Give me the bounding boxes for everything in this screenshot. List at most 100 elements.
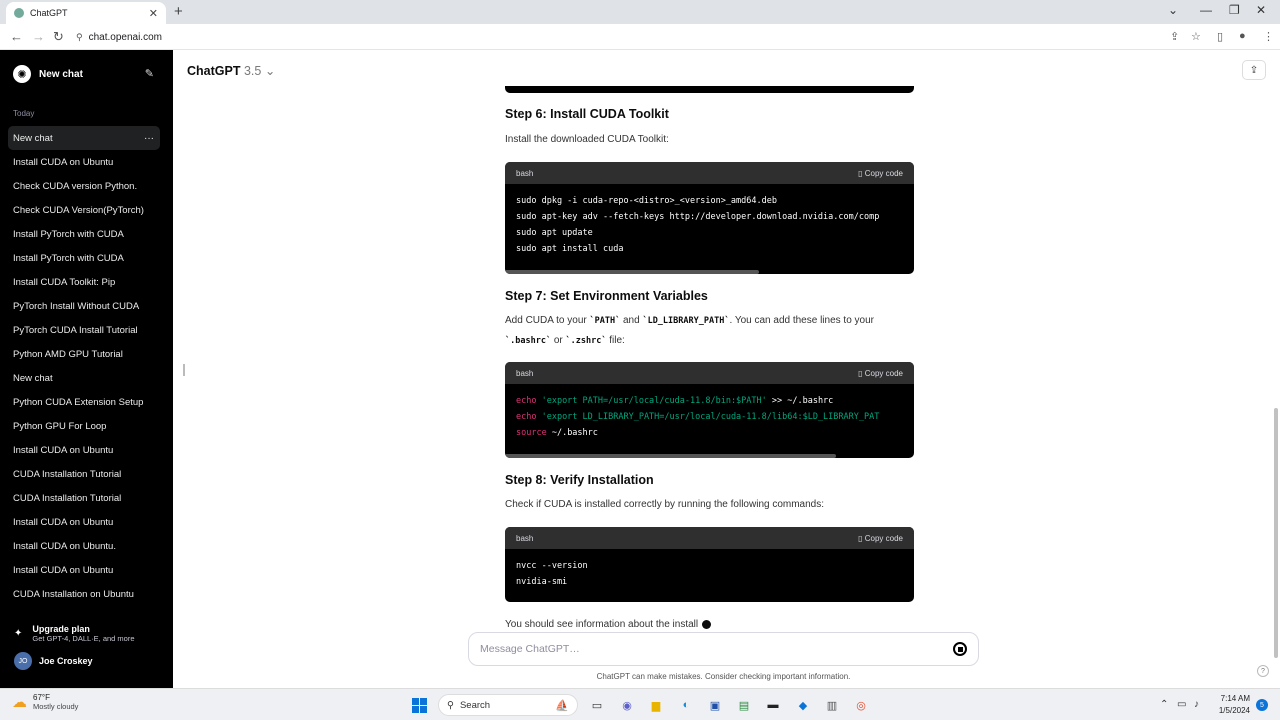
message-input[interactable]: Message ChatGPT… — [468, 632, 979, 666]
code-content[interactable]: sudo dpkg -i cuda-repo-<distro>_<version… — [505, 184, 914, 266]
previous-code-block-end — [505, 86, 914, 93]
openai-logo-icon: ✺ — [13, 65, 31, 83]
code-content[interactable]: echo 'export PATH=/usr/local/cuda-11.8/b… — [505, 384, 914, 450]
code-line: nvidia-smi — [516, 577, 568, 587]
terminal-icon[interactable]: ▬ — [764, 696, 782, 714]
code-block-header: bash ▯ Copy code — [505, 162, 914, 184]
sidebar-item[interactable]: Install CUDA on Ubuntu — [8, 558, 160, 582]
sidebar-item[interactable]: Python CUDA Extension Setup — [8, 390, 160, 414]
chat-app-icon[interactable]: ◉ — [618, 696, 636, 714]
upgrade-subtitle: Get GPT-4, DALL·E, and more — [32, 633, 135, 643]
sidebar-item[interactable]: CUDA Installation Tutorial — [8, 486, 160, 510]
step6-heading: Step 6: Install CUDA Toolkit — [505, 107, 669, 121]
sidebar-item[interactable]: Install CUDA Toolkit: Pip — [8, 270, 160, 294]
upgrade-title: Upgrade plan — [32, 623, 90, 634]
sidebar-item[interactable]: Install CUDA on Ubuntu — [8, 510, 160, 534]
widget-icon[interactable]: ⛵ — [553, 696, 571, 714]
sidebar-item[interactable]: Install CUDA on Ubuntu — [8, 438, 160, 462]
os-taskbar: ☁ 67°F Mostly cloudy ⚲ Search ⛵ ▭ ◉ ▆ ◐ … — [0, 688, 1280, 720]
volume-icon[interactable]: ♪ — [1194, 699, 1199, 710]
browser-menu-icon[interactable]: ⋮ — [1263, 30, 1274, 43]
url-text: chat.openai.com — [88, 31, 162, 43]
share-page-icon[interactable]: ⇪ — [1170, 30, 1179, 43]
sidebar-item[interactable]: Install PyTorch with CUDA — [8, 246, 160, 270]
network-icon[interactable]: ▭ — [1177, 699, 1186, 710]
copy-code-button[interactable]: ▯ Copy code — [858, 369, 903, 378]
code-language: bash — [516, 168, 534, 178]
sidebar-item[interactable]: Python AMD GPU Tutorial — [8, 342, 160, 366]
stop-generating-button[interactable] — [953, 642, 967, 656]
chrome-icon[interactable]: ◎ — [852, 696, 870, 714]
code-line: echo 'export PATH=/usr/local/cuda-11.8/b… — [516, 396, 834, 406]
profile-icon[interactable]: ● — [1239, 30, 1246, 42]
code-line: sudo apt install cuda — [516, 244, 624, 254]
code-block-env: bash ▯ Copy code echo 'export PATH=/usr/… — [505, 362, 914, 458]
bookmark-star-icon[interactable]: ☆ — [1191, 30, 1201, 43]
store-icon[interactable]: ▣ — [706, 696, 724, 714]
site-info-icon[interactable]: ⚲ — [76, 32, 83, 43]
copy-code-button[interactable]: ▯ Copy code — [858, 169, 903, 178]
new-tab-icon[interactable]: + — [174, 3, 183, 20]
back-icon[interactable]: ← — [10, 29, 23, 44]
sidebar-item[interactable]: Install PyTorch with CUDA — [8, 222, 160, 246]
code-block-header: bash ▯ Copy code — [505, 362, 914, 384]
forward-icon[interactable]: → — [32, 29, 45, 44]
browser-tab[interactable]: ChatGPT ✕ — [6, 2, 166, 24]
close-window-icon[interactable]: ✕ — [1256, 3, 1266, 17]
remote-desktop-icon[interactable]: ▥ — [823, 696, 841, 714]
sidebar-item[interactable]: New chat — [8, 366, 160, 390]
task-view-icon[interactable]: ▭ — [588, 696, 606, 714]
sidebar-item[interactable]: Check CUDA version Python. — [8, 174, 160, 198]
chat-history-list: New chat ··· Install CUDA on Ubuntu Check… — [8, 126, 160, 606]
sidebar-item[interactable]: PyTorch CUDA Install Tutorial — [8, 318, 160, 342]
minimize-icon[interactable]: — — [1200, 3, 1212, 17]
edge-browser-icon[interactable]: ◐ — [677, 696, 695, 714]
sparkle-icon: ✦ — [14, 627, 23, 639]
sidebar-item[interactable]: Python GPU For Loop — [8, 414, 160, 438]
side-panel-icon[interactable]: ▯ — [1217, 30, 1223, 43]
page-scrollbar[interactable] — [1274, 408, 1278, 658]
close-tab-icon[interactable]: ✕ — [149, 7, 158, 20]
code-scrollbar[interactable] — [505, 454, 837, 458]
share-button[interactable]: ⇪ — [1242, 60, 1266, 80]
chatgpt-favicon-icon — [14, 8, 24, 18]
edit-icon[interactable]: ✎ — [145, 67, 154, 80]
tab-search-icon[interactable]: ⌄ — [1168, 3, 1178, 17]
disclaimer: ChatGPT can make mistakes. Consider chec… — [596, 672, 851, 681]
excel-icon[interactable]: ▤ — [735, 696, 753, 714]
restore-icon[interactable]: ❐ — [1229, 3, 1240, 17]
upgrade-plan-button[interactable]: ✦ Upgrade plan Get GPT-4, DALL·E, and mo… — [14, 622, 164, 644]
address-bar-row: ← → ↻ ⚲ chat.openai.com ⇪ ☆ ▯ ● ⋮ — [0, 24, 1280, 50]
start-button[interactable] — [410, 696, 428, 714]
sidebar-item[interactable]: Check CUDA Version(PyTorch) — [8, 198, 160, 222]
model-selector[interactable]: ChatGPT 3.5 ⌄ — [187, 63, 275, 78]
code-scrollbar[interactable] — [505, 270, 759, 274]
sidebar-resize-handle[interactable] — [183, 364, 185, 376]
sidebar-item[interactable]: CUDA Installation on Ubuntu — [8, 582, 160, 606]
sidebar-item[interactable]: Install CUDA on Ubuntu. — [8, 534, 160, 558]
sidebar-item[interactable]: CUDA Installation Tutorial — [8, 462, 160, 486]
chevron-up-icon[interactable]: ⌃ — [1160, 699, 1168, 710]
code-line: source ~/.bashrc — [516, 428, 598, 438]
message-placeholder: Message ChatGPT… — [480, 643, 580, 655]
more-options-icon[interactable]: ··· — [144, 133, 154, 144]
sidebar-item[interactable]: New chat ··· — [8, 126, 160, 150]
typing-cursor-icon — [702, 619, 712, 629]
weather-widget[interactable]: ☁ 67°F Mostly cloudy — [12, 693, 78, 711]
reload-icon[interactable]: ↻ — [53, 29, 64, 45]
help-icon[interactable]: ? — [1257, 665, 1269, 677]
system-clock[interactable]: 7:14 AM 1/5/2024 — [1212, 693, 1250, 717]
user-menu[interactable]: JO Joe Croskey — [14, 652, 93, 670]
copy-code-button[interactable]: ▯ Copy code — [858, 534, 903, 543]
code-block-verify: bash ▯ Copy code nvcc --version nvidia-sm… — [505, 527, 914, 602]
vscode-icon[interactable]: ◆ — [794, 696, 812, 714]
search-icon: ⚲ — [447, 699, 454, 711]
chat-header: ChatGPT 3.5 ⌄ ⇪ — [173, 50, 1280, 90]
url-field[interactable]: ⚲ chat.openai.com — [76, 28, 1206, 46]
notification-badge[interactable]: 5 — [1256, 699, 1268, 711]
sidebar-item[interactable]: Install CUDA on Ubuntu — [8, 150, 160, 174]
new-chat-button[interactable]: ✺ New chat ✎ — [8, 62, 158, 86]
file-explorer-icon[interactable]: ▆ — [647, 696, 665, 714]
code-content[interactable]: nvcc --version nvidia-smi — [505, 549, 914, 599]
sidebar-item[interactable]: PyTorch Install Without CUDA — [8, 294, 160, 318]
